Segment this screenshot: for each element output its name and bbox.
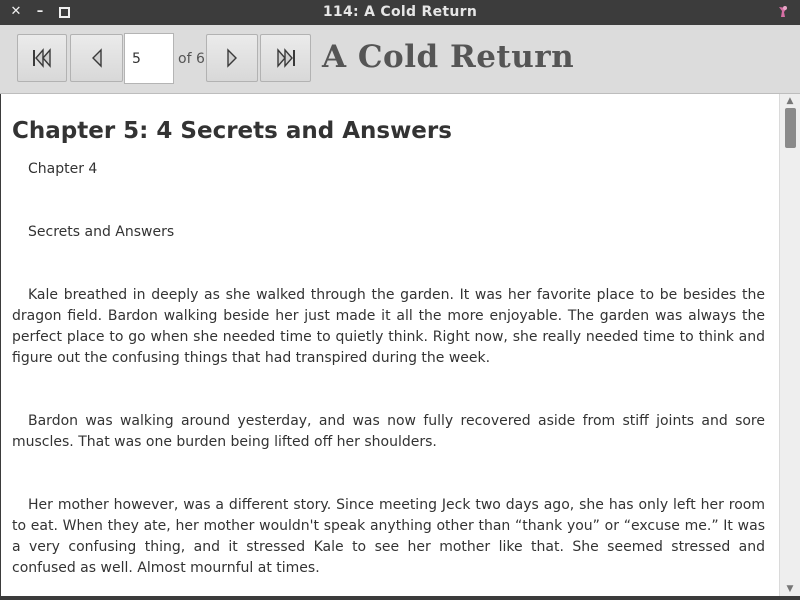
last-page-button[interactable]: [260, 34, 311, 82]
book-title: A Cold Return: [322, 39, 575, 75]
vertical-scrollbar[interactable]: ▲ ▼: [779, 94, 800, 596]
scroll-up-arrow-icon[interactable]: ▲: [780, 94, 800, 108]
skip-to-first-icon: [33, 48, 51, 68]
next-icon: [227, 48, 237, 68]
previous-icon: [91, 48, 102, 68]
chapter-title: Chapter 5: 4 Secrets and Answers: [12, 118, 452, 144]
body-paragraph: Kale breathed in deeply as she walked th…: [12, 287, 765, 366]
page-count-label: of 6: [178, 51, 205, 67]
scrollbar-thumb[interactable]: [785, 108, 796, 148]
window-titlebar: ✕ – 114: A Cold Return: [0, 0, 800, 25]
window-bottom-border: [0, 596, 800, 600]
navigation-toolbar: of 6 A Cold Return: [0, 25, 800, 94]
body-paragraph: Bardon was walking around yesterday, and…: [12, 413, 765, 450]
page-number-input[interactable]: [124, 33, 174, 84]
chapter-number-line: Chapter 4: [28, 161, 98, 177]
chapter-subtitle-line: Secrets and Answers: [28, 224, 175, 240]
window-title: 114: A Cold Return: [322, 4, 478, 20]
next-page-button[interactable]: [206, 34, 258, 82]
first-page-button[interactable]: [17, 34, 67, 82]
previous-page-button[interactable]: [70, 34, 123, 82]
app-icon: [776, 5, 790, 19]
body-paragraph: Her mother however, was a different stor…: [12, 497, 765, 576]
reader-content[interactable]: Chapter 5: 4 Secrets and Answers Chapter…: [1, 94, 779, 596]
scroll-down-arrow-icon[interactable]: ▼: [780, 582, 800, 596]
skip-to-last-icon: [276, 48, 295, 68]
